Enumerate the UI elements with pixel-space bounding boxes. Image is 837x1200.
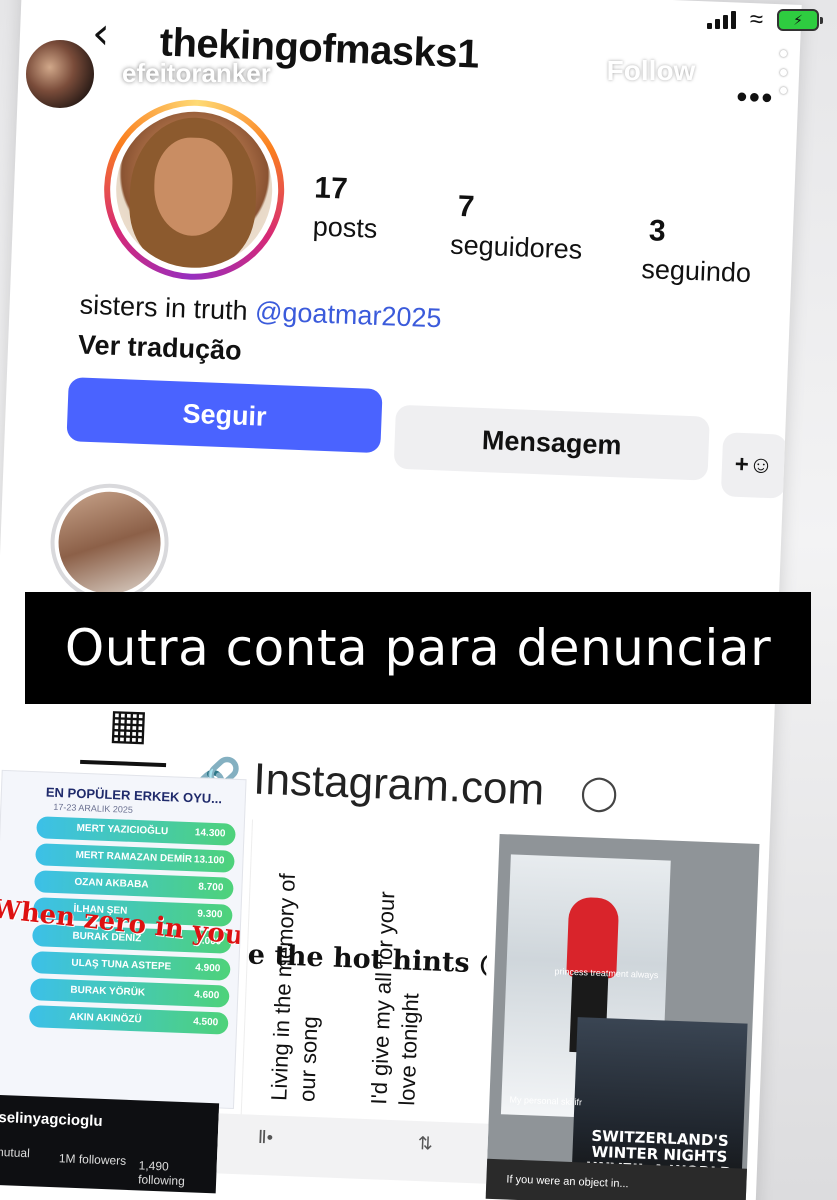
see-translation-link[interactable]: Ver tradução [78,329,243,366]
chart-row: BURAK YÖRÜK 4.600 [29,978,230,1008]
back-chevron-icon: ‹ [91,7,111,60]
chart-row: MERT YAZICIOĞLU 14.300 [36,816,236,846]
signal-icon [706,11,736,29]
post-thumbnail-chart[interactable]: EN POPÜLER ERKEK OYU... 17-23 ARALIK 202… [0,769,247,1109]
chart-row: ULAŞ TUNA ASTEPE 4.900 [30,951,231,981]
story-author-username[interactable]: efeitoranker [122,58,271,89]
strip-following: 1,490 following [137,1158,186,1189]
more-options-icon: ••• [735,80,775,115]
post-thumbnail-ski[interactable]: princess treatment always My personal sk… [485,833,760,1200]
stat-posts: 17 posts [312,171,378,244]
strip-mutual: 97 mutual [0,1144,31,1161]
instagram-watermark: 🔗 Instagram.com ◯ [191,752,619,818]
reels-icon: Ⅱ• [257,1126,274,1148]
repost-icon: ⇅ [417,1133,434,1154]
story-follow-button[interactable]: Follow [569,37,733,105]
status-bar: ≈ ⚡ [706,6,823,33]
camera-icon: ◯ [579,773,619,813]
strip-followers: 1M followers [58,1151,127,1168]
add-user-icon[interactable]: +☺ [720,432,788,499]
stat-following: 3 seguindo [640,214,752,289]
post-action-strip: Ⅱ• ⇅ [216,1113,489,1184]
bio-text: sisters in truth [79,289,249,326]
grid-tab-icon[interactable]: ▦ [108,699,150,749]
story-more-options-icon[interactable] [771,50,795,94]
bio-mention-link[interactable]: @goatmar2025 [255,296,443,333]
profile-follow-button[interactable]: Seguir [66,377,383,454]
profile-card-strip: selinyagcioglu 97 mutual 1M followers 1,… [0,1094,220,1194]
profile-bio: sisters in truth @goatmar2025 [79,289,442,334]
wifi-icon: ≈ [749,6,763,33]
profile-picture [113,108,276,271]
story-author-avatar[interactable] [24,38,96,110]
strip-username: selinyagcioglu [0,1108,103,1130]
chart-row: MERT RAMAZAN DEMİR 13.100 [35,843,235,873]
watermark-text: Instagram.com [252,754,546,815]
grid-tab-indicator [80,759,167,768]
message-button[interactable]: Mensagem [393,404,710,481]
battery-charging-icon: ⚡ [777,9,823,31]
chart-row: AKIN AKINÖZÜ 4.500 [28,1005,229,1035]
stat-followers: 7 seguidores [449,189,583,265]
story-highlight[interactable] [48,481,171,605]
story-caption-banner: Outra conta para denunciar [25,592,811,704]
lyrics-line: love tonight [394,992,424,1107]
profile-picture-ring [100,96,288,284]
lyrics-line: our song [294,1015,323,1103]
post-thumbnail-lyrics[interactable]: Living in the memory of our song I'd giv… [240,819,492,1129]
chart-row: OZAN AKBABA 8.700 [34,870,234,900]
